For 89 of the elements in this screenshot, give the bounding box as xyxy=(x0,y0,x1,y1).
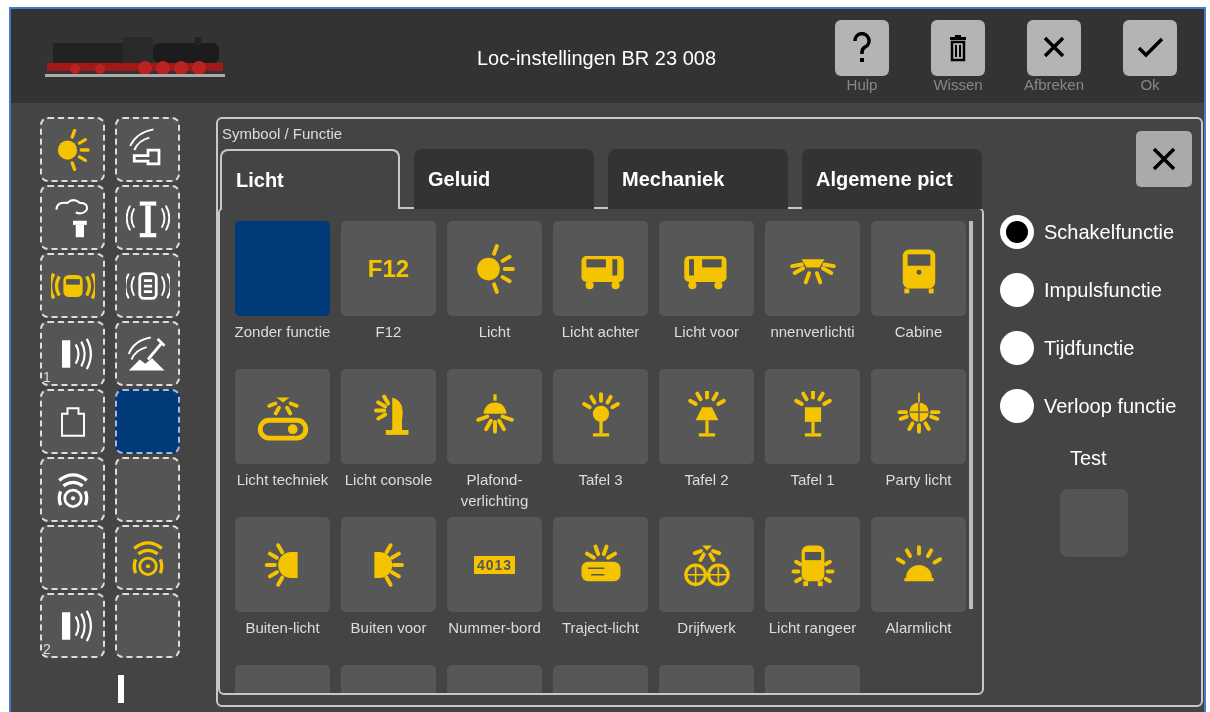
category-tab[interactable]: Geluid xyxy=(414,149,594,209)
radio-label: Impulsfunctie xyxy=(1044,278,1162,303)
symbol-label: Tafel 1 xyxy=(789,470,836,490)
symbol-tile[interactable] xyxy=(871,221,966,316)
delete-button[interactable] xyxy=(931,20,985,76)
category-tab[interactable]: Mechaniek xyxy=(608,149,788,209)
symbol-label: Licht console xyxy=(343,470,434,490)
radio-button[interactable] xyxy=(1000,389,1034,423)
symbol-tile[interactable] xyxy=(659,221,754,316)
radio-label: Verloop functie xyxy=(1044,394,1177,419)
function-slot[interactable] xyxy=(115,593,180,658)
symbol-label: Tafel 3 xyxy=(577,470,624,490)
button-label: Wissen xyxy=(933,76,983,94)
symbol-tile[interactable] xyxy=(447,221,542,316)
button-label: Afbreken xyxy=(1024,76,1085,94)
category-tab[interactable]: Algemene pict xyxy=(802,149,982,209)
symbol-label: Zonder functie xyxy=(234,322,331,342)
function-slot[interactable]: 1 xyxy=(40,321,105,386)
symbol-tile[interactable]: F12 xyxy=(341,221,436,316)
symbol-tile[interactable] xyxy=(765,369,860,464)
symbol-label: Nummer-bord xyxy=(447,618,542,638)
symbol-label: Licht xyxy=(477,322,512,342)
ok-button[interactable] xyxy=(1123,20,1177,76)
function-slot[interactable] xyxy=(115,389,180,454)
symbol-tile[interactable] xyxy=(659,517,754,612)
symbol-label: Alarmlicht xyxy=(884,618,953,638)
window-title: Loc-instellingen BR 23 008 xyxy=(477,46,717,71)
function-slot[interactable] xyxy=(40,525,105,590)
symbol-tile[interactable] xyxy=(553,517,648,612)
number-plate-icon: 4013 xyxy=(473,555,516,574)
function-slot[interactable] xyxy=(40,253,105,318)
symbol-label: Buiten-licht xyxy=(244,618,321,638)
radio-button[interactable] xyxy=(1000,215,1034,249)
function-slot[interactable] xyxy=(115,185,180,250)
radio-button[interactable] xyxy=(1000,331,1034,365)
symbol-tile[interactable] xyxy=(765,517,860,612)
radio-label: Tijdfunctie xyxy=(1044,336,1135,361)
cancel-button[interactable] xyxy=(1027,20,1081,76)
symbol-label: Licht rangeer xyxy=(767,618,858,638)
symbol-label: F12 xyxy=(374,322,403,342)
radio-label: Schakelfunctie xyxy=(1044,220,1175,245)
test-label: Test xyxy=(1070,446,1108,471)
function-slot[interactable] xyxy=(115,457,180,522)
symbol-tile[interactable] xyxy=(765,221,860,316)
panel-title: Symbool / Functie xyxy=(221,124,344,144)
category-tab[interactable]: Licht xyxy=(220,149,400,209)
function-slot[interactable] xyxy=(40,117,105,182)
symbol-tile[interactable] xyxy=(341,517,436,612)
symbol-tile[interactable] xyxy=(235,517,330,612)
symbol-tile[interactable] xyxy=(235,369,330,464)
function-slot[interactable] xyxy=(115,253,180,318)
symbol-label: nnenverlichti xyxy=(769,322,856,342)
function-slot[interactable]: 2 xyxy=(40,593,105,658)
button-label: Ok xyxy=(1140,76,1160,94)
symbol-tile[interactable] xyxy=(871,517,966,612)
function-slot[interactable] xyxy=(115,525,180,590)
close-button[interactable] xyxy=(1136,131,1192,187)
button-label: Hulp xyxy=(846,76,878,94)
symbol-label: Licht techniek xyxy=(235,470,330,490)
symbol-tile[interactable]: 4013 xyxy=(447,517,542,612)
symbol-label: Drijfwerk xyxy=(676,618,737,638)
slot-number: 2 xyxy=(43,640,51,659)
scroll-indicator xyxy=(118,675,124,703)
symbol-label: Tafel 2 xyxy=(683,470,730,490)
symbol-label: Buiten voor xyxy=(349,618,428,638)
symbol-tile[interactable] xyxy=(447,369,542,464)
slot-number: 1 xyxy=(43,368,51,387)
symbol-tile[interactable] xyxy=(553,221,648,316)
symbol-tile[interactable] xyxy=(659,369,754,464)
scrollbar[interactable] xyxy=(969,221,973,609)
symbol-tile[interactable] xyxy=(341,369,436,464)
symbol-tile[interactable] xyxy=(871,369,966,464)
help-button[interactable] xyxy=(835,20,889,76)
symbol-label: Licht voor xyxy=(672,322,740,342)
function-slot[interactable] xyxy=(40,389,105,454)
function-key-icon: F12 xyxy=(367,250,410,287)
symbol-label: Traject-licht xyxy=(561,618,640,638)
radio-button[interactable] xyxy=(1000,273,1034,307)
function-slot[interactable] xyxy=(40,185,105,250)
symbol-label: Plafond-verlichting xyxy=(459,470,530,511)
close-icon xyxy=(1151,146,1177,172)
function-slot[interactable] xyxy=(40,457,105,522)
symbol-label: Licht achter xyxy=(560,322,641,342)
symbol-label: Cabine xyxy=(893,322,944,342)
symbol-label: Party licht xyxy=(884,470,953,490)
function-slot[interactable] xyxy=(115,321,180,386)
symbol-tile[interactable] xyxy=(235,221,330,316)
symbol-tile[interactable] xyxy=(553,369,648,464)
function-slot[interactable] xyxy=(115,117,180,182)
